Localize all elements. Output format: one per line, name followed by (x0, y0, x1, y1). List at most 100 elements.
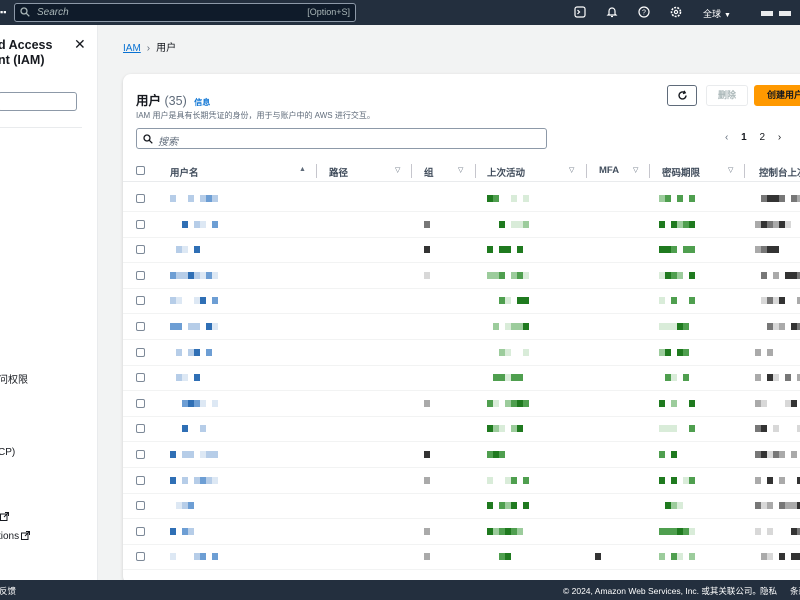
user-filter-input[interactable]: 搜索 (136, 128, 547, 149)
sort-icon[interactable]: ▽ (569, 166, 574, 174)
nav-search-input[interactable] (0, 92, 77, 111)
column-header-groups[interactable]: 组 (424, 165, 434, 179)
table-row[interactable] (123, 186, 800, 212)
privacy-link[interactable]: 隐私 (760, 585, 777, 597)
redacted-block (212, 451, 218, 458)
close-icon[interactable]: ✕ (74, 36, 86, 53)
row-checkbox[interactable] (136, 552, 145, 562)
redacted-cell[interactable] (170, 553, 220, 561)
redacted-cell[interactable] (170, 246, 220, 254)
redacted-cell[interactable] (170, 374, 220, 382)
redacted-block (523, 195, 529, 202)
services-menu-icon[interactable]: ▪▪ (0, 6, 6, 18)
sort-icon[interactable]: ▽ (458, 166, 463, 174)
table-row[interactable] (123, 468, 800, 494)
nav-item-external-link[interactable] (0, 512, 9, 523)
row-checkbox[interactable] (136, 245, 145, 255)
table-row[interactable] (123, 212, 800, 238)
info-link[interactable]: 信息 (194, 98, 210, 107)
help-icon[interactable]: ? (638, 6, 650, 18)
row-checkbox[interactable] (136, 194, 145, 203)
redacted-cell (487, 374, 533, 382)
column-header-console-last-signin[interactable]: 控制台上次 (759, 165, 800, 179)
table-row[interactable] (123, 493, 800, 520)
nav-item-tions[interactable]: tions (0, 531, 31, 542)
refresh-icon (677, 90, 687, 100)
table-row[interactable] (123, 519, 800, 545)
page-2[interactable]: 2 (759, 132, 765, 143)
prev-page-icon[interactable]: ‹ (725, 132, 728, 143)
settings-gear-icon[interactable] (670, 6, 682, 18)
redacted-cell (659, 476, 695, 484)
redacted-cell[interactable] (170, 451, 220, 458)
sort-ascending-icon[interactable]: ▲ (299, 166, 306, 173)
column-header-username[interactable]: 用户名 (170, 165, 199, 179)
row-checkbox[interactable] (136, 219, 145, 229)
redacted-block (212, 553, 218, 561)
sort-icon[interactable]: ▽ (395, 166, 400, 174)
table-row[interactable] (123, 442, 800, 468)
redacted-block (212, 528, 218, 535)
column-header-path[interactable]: 路径 (329, 165, 348, 179)
feedback-link[interactable]: 反馈 (0, 585, 16, 597)
refresh-button[interactable] (667, 85, 697, 106)
breadcrumb-iam-link[interactable]: IAM (123, 43, 141, 54)
row-checkbox[interactable] (136, 475, 145, 485)
account-menu[interactable] (761, 10, 791, 17)
redacted-cell[interactable] (170, 271, 220, 279)
sort-icon[interactable]: ▽ (728, 166, 733, 174)
row-checkbox[interactable] (136, 398, 145, 408)
redacted-cell[interactable] (170, 195, 220, 202)
table-row[interactable] (123, 288, 800, 315)
redacted-cell[interactable] (170, 297, 220, 305)
redacted-cell[interactable] (170, 502, 220, 510)
global-search-input[interactable]: Search [Option+S] (14, 3, 356, 22)
table-row[interactable] (123, 340, 800, 366)
page-1[interactable]: 1 (741, 132, 747, 143)
redacted-cell[interactable] (170, 348, 220, 356)
table-row[interactable] (123, 416, 800, 443)
nav-item-scp[interactable]: CP) (0, 447, 15, 458)
row-checkbox[interactable] (136, 450, 145, 459)
table-row[interactable] (123, 365, 800, 392)
column-header-mfa[interactable]: MFA (599, 165, 619, 176)
table-row[interactable] (123, 544, 800, 571)
column-header-last-activity[interactable]: 上次活动 (487, 165, 525, 179)
row-checkbox[interactable] (136, 424, 145, 434)
terms-link[interactable]: 条款 (790, 585, 800, 597)
region-selector[interactable]: 全球 ▼ (703, 7, 731, 20)
sort-icon[interactable]: ▽ (633, 166, 638, 174)
breadcrumb: IAM › 用户 (123, 39, 176, 54)
redacted-block (212, 502, 218, 509)
create-user-button[interactable]: 创建用户 (754, 85, 800, 106)
row-checkbox[interactable] (136, 347, 145, 357)
row-checkbox[interactable] (136, 373, 145, 383)
redacted-cell[interactable] (170, 476, 220, 484)
table-row[interactable] (123, 263, 800, 289)
redacted-cell[interactable] (170, 220, 220, 228)
row-checkbox[interactable] (136, 501, 145, 511)
redacted-cell (424, 399, 434, 407)
redacted-cell[interactable] (170, 399, 220, 407)
table-row[interactable] (123, 237, 800, 264)
row-checkbox[interactable] (136, 322, 145, 331)
redacted-cell (755, 451, 800, 458)
notifications-bell-icon[interactable] (606, 6, 618, 18)
next-page-icon[interactable]: › (778, 132, 781, 143)
redacted-cell (424, 553, 434, 561)
table-row[interactable] (123, 314, 800, 340)
redacted-block (424, 220, 430, 228)
redacted-cell[interactable] (170, 527, 220, 535)
column-header-password-age[interactable]: 密码期限 (662, 165, 700, 179)
redacted-cell[interactable] (170, 425, 220, 433)
cloudshell-icon[interactable] (574, 6, 586, 18)
row-checkbox[interactable] (136, 526, 145, 536)
nav-item-access-permissions[interactable]: 问权限 (0, 371, 28, 386)
row-checkbox[interactable] (136, 270, 145, 280)
select-all-checkbox[interactable] (136, 166, 145, 175)
table-row[interactable] (123, 391, 800, 417)
delete-button[interactable]: 删除 (706, 85, 748, 106)
redacted-cell (424, 527, 434, 535)
row-checkbox[interactable] (136, 296, 145, 306)
redacted-cell[interactable] (170, 323, 220, 330)
